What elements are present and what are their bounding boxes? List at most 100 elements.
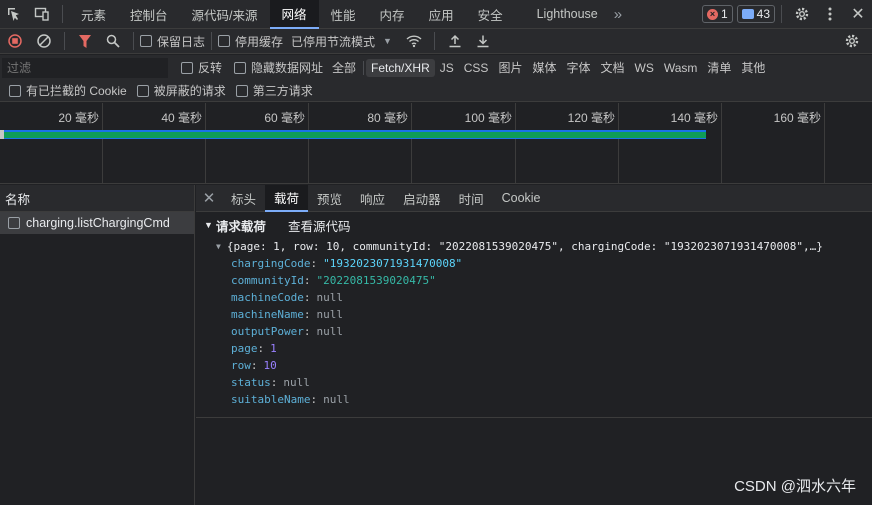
divider <box>363 60 365 75</box>
network-toolbar: 保留日志 停用缓存 已停用节流模式 ▼ <box>0 29 872 54</box>
throttling-select[interactable]: 已停用节流模式 <box>291 33 375 50</box>
tab-initiator[interactable]: 启动器 <box>394 185 450 212</box>
error-count-badge[interactable]: × 1 <box>701 5 733 23</box>
payload-property-row[interactable]: communityId: "2022081539020475" <box>196 272 872 289</box>
payload-property-row[interactable]: machineName: null <box>196 306 872 323</box>
payload-property-row[interactable]: chargingCode: "1932023071931470008" <box>196 255 872 272</box>
tab-performance[interactable]: 性能 <box>319 0 368 29</box>
timeline-overview[interactable]: 20 毫秒 40 毫秒 60 毫秒 80 毫秒 100 毫秒 120 毫秒 140 毫秒 16… <box>0 103 872 184</box>
blocked-requests-label: 被屏蔽的请求 <box>153 84 226 98</box>
payload-property-row[interactable]: status: null <box>196 374 872 391</box>
tab-lighthouse[interactable]: Lighthouse <box>515 0 610 29</box>
detail-tab-bar: ✕ 标头 载荷 预览 响应 启动器 时间 Cookie <box>196 184 872 212</box>
tab-console[interactable]: 控制台 <box>118 0 180 29</box>
filter-type-all[interactable]: 全部 <box>327 57 361 78</box>
more-tabs-button[interactable]: » <box>610 6 626 23</box>
tab-memory[interactable]: 内存 <box>368 0 417 29</box>
tab-headers[interactable]: 标头 <box>222 185 265 212</box>
property-colon: : <box>310 257 318 270</box>
tab-security[interactable]: 安全 <box>466 0 515 29</box>
third-party-checkbox[interactable] <box>235 84 248 97</box>
property-key: suitableName <box>231 393 311 406</box>
property-value: null <box>316 325 343 338</box>
filter-type-css[interactable]: CSS <box>459 59 494 77</box>
payload-property-row[interactable]: row:10 <box>196 357 872 374</box>
inspect-element-icon[interactable] <box>0 0 28 28</box>
property-key: machineName <box>231 308 304 321</box>
property-value: "2022081539020475" <box>316 274 436 287</box>
tab-elements[interactable]: 元素 <box>69 0 118 29</box>
tab-timing[interactable]: 时间 <box>450 185 493 212</box>
payload-property-row[interactable]: page:1 <box>196 340 872 357</box>
property-colon: : <box>310 393 318 406</box>
tab-payload[interactable]: 载荷 <box>265 184 309 212</box>
search-icon[interactable] <box>99 27 127 55</box>
view-source-link[interactable]: 查看源代码 <box>288 216 351 235</box>
settings-gear-icon[interactable] <box>788 0 816 28</box>
blocked-requests-checkbox[interactable] <box>136 84 149 97</box>
timeline-tick-label: 160 毫秒 <box>773 111 821 125</box>
disable-cache-checkbox[interactable] <box>218 35 231 47</box>
request-list: 名称 charging.listChargingCmd <box>0 185 195 505</box>
tab-network[interactable]: 网络 <box>269 0 319 29</box>
divider <box>196 417 872 418</box>
clear-icon[interactable] <box>30 27 58 55</box>
filter-type-font[interactable]: 字体 <box>561 57 595 78</box>
filter-type-other[interactable]: 其他 <box>736 57 770 78</box>
divider <box>133 32 134 50</box>
property-colon: : <box>270 376 278 389</box>
filter-type-js[interactable]: JS <box>435 59 459 77</box>
network-settings-gear-icon[interactable] <box>838 27 866 55</box>
cookie-filter-bar: 有已拦截的 Cookie 被屏蔽的请求 第三方请求 <box>0 80 872 102</box>
close-devtools-icon[interactable]: ✕ <box>844 0 872 28</box>
name-column-header[interactable]: 名称 <box>0 185 194 212</box>
property-key: chargingCode <box>231 257 311 270</box>
filter-icon[interactable] <box>71 27 99 55</box>
property-value: null <box>316 308 343 321</box>
record-stop-icon[interactable] <box>0 27 30 55</box>
close-detail-icon[interactable]: ✕ <box>196 189 222 207</box>
blocked-cookies-checkbox[interactable] <box>9 84 21 97</box>
property-value: "1932023071931470008" <box>323 257 463 270</box>
preserve-log-checkbox[interactable] <box>140 35 152 47</box>
filter-type-img[interactable]: 图片 <box>493 57 527 78</box>
message-count: 43 <box>756 7 770 21</box>
tab-cookies[interactable]: Cookie <box>493 185 550 212</box>
devtools-tab-bar: 元素 控制台 源代码/来源 网络 性能 内存 应用 安全 Lighthouse … <box>0 0 872 29</box>
chevron-down-icon[interactable]: ▼ <box>383 36 392 46</box>
collapse-triangle-icon: ▼ <box>216 242 221 251</box>
export-har-icon[interactable] <box>469 27 497 55</box>
import-har-icon[interactable] <box>441 27 469 55</box>
kebab-menu-icon[interactable] <box>816 0 844 28</box>
filter-type-ws[interactable]: WS <box>630 59 659 77</box>
filter-type-fetch-xhr[interactable]: Fetch/XHR <box>366 58 435 77</box>
payload-section-header[interactable]: ▼ 请求载荷 查看源代码 <box>196 212 872 238</box>
device-toolbar-icon[interactable] <box>28 0 56 28</box>
hide-data-urls-checkbox[interactable] <box>234 61 247 74</box>
tab-preview[interactable]: 预览 <box>308 185 351 212</box>
request-type-icon <box>8 217 20 229</box>
request-row[interactable]: charging.listChargingCmd <box>0 212 194 234</box>
filter-type-wasm[interactable]: Wasm <box>659 59 703 77</box>
filter-type-doc[interactable]: 文档 <box>595 57 629 78</box>
payload-property-row[interactable]: outputPower: null <box>196 323 872 340</box>
tab-sources[interactable]: 源代码/来源 <box>180 0 270 29</box>
divider <box>62 5 63 23</box>
filter-input[interactable] <box>2 57 168 78</box>
hide-data-urls-label: 隐藏数据网址 <box>251 61 324 75</box>
message-count-badge[interactable]: 43 <box>736 5 775 23</box>
filter-type-manifest[interactable]: 清单 <box>702 57 736 78</box>
invert-checkbox[interactable] <box>181 61 193 74</box>
property-value: 1 <box>270 342 277 355</box>
payload-summary-row[interactable]: ▼ {page: 1, row: 10, communityId: "20220… <box>196 238 872 255</box>
filter-type-media[interactable]: 媒体 <box>527 57 561 78</box>
tab-response[interactable]: 响应 <box>351 185 394 212</box>
property-colon: : <box>257 342 265 355</box>
tab-application[interactable]: 应用 <box>417 0 466 29</box>
property-value: null <box>283 376 310 389</box>
network-conditions-wifi-icon[interactable] <box>400 27 428 55</box>
property-colon: : <box>303 274 311 287</box>
divider <box>433 32 435 50</box>
payload-property-row[interactable]: suitableName: null <box>196 391 872 408</box>
payload-property-row[interactable]: machineCode: null <box>196 289 872 306</box>
